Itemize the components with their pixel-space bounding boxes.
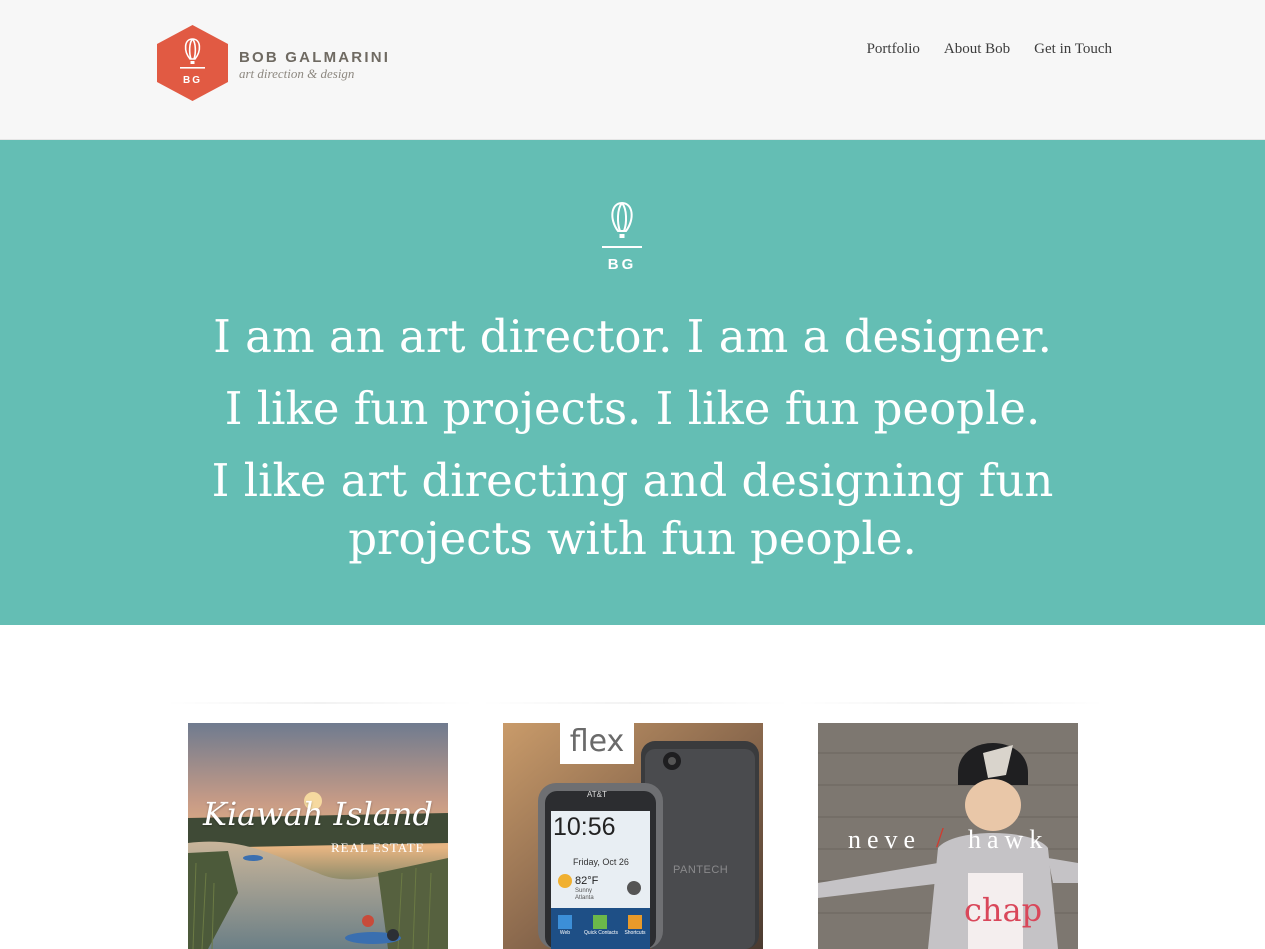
flex-weather: Sunny — [575, 888, 593, 894]
neve-word: neve — [848, 825, 922, 854]
flex-app-contacts: Quick Contacts — [584, 930, 618, 936]
neve-hawk-slash: / — [936, 823, 944, 854]
emblem-initials: BG — [608, 256, 637, 273]
portfolio-tile-kiawah[interactable]: Kiawah Island REAL ESTATE — [188, 723, 448, 949]
flex-temp: 82°F — [575, 875, 599, 887]
main-nav: Portfolio About Bob Get in Touch — [867, 41, 1112, 58]
brand-tagline: art direction & design — [239, 66, 355, 81]
flex-device-brand: PANTECH — [673, 864, 729, 876]
hero-line-1: I am an art director. I am a designer. — [213, 310, 1052, 363]
portfolio-tile-neve-hawk[interactable]: neve / hawk chap — [818, 723, 1078, 949]
portfolio-grid: Kiawah Island REAL ESTATE flex AT&T 10:5… — [0, 625, 1265, 949]
hero-banner: BG I am an art director. I am a designer… — [0, 140, 1265, 625]
flex-app-web: Web — [559, 930, 571, 936]
tile-shadow — [795, 702, 1105, 704]
hero-line-3: I like art directing and designing fun p… — [211, 454, 1054, 565]
hero-line-2: I like fun projects. I like fun people. — [224, 382, 1041, 435]
hot-air-balloon-icon: BG — [602, 201, 642, 273]
flex-carrier: AT&T — [587, 790, 607, 799]
flex-date: Friday, Oct 26 — [573, 857, 629, 867]
portfolio-tile-flex[interactable]: flex AT&T 10:56 Friday, Oct 26 82°F Sunn… — [503, 723, 763, 949]
flex-city: Atlanta — [575, 895, 594, 901]
kiawah-title: Kiawah Island — [203, 795, 433, 833]
tile-shadow — [165, 702, 475, 704]
site-header: BG BOB GALMARINI art direction & design … — [0, 0, 1265, 140]
nav-about-bob[interactable]: About Bob — [944, 41, 1010, 58]
flex-brand: flex — [569, 724, 625, 759]
hero-statement: I am an art director. I am a designer. I… — [130, 308, 1135, 582]
flex-app-shortcuts: Shortcuts — [624, 930, 646, 936]
shirt-text: chap — [964, 891, 1043, 929]
nav-get-in-touch[interactable]: Get in Touch — [1034, 41, 1112, 58]
kiawah-image — [188, 723, 448, 949]
brand-name[interactable]: BOB GALMARINI — [239, 49, 390, 66]
tile-shadow — [480, 702, 790, 704]
kiawah-subtitle: REAL ESTATE — [331, 840, 425, 855]
nav-portfolio[interactable]: Portfolio — [867, 41, 920, 58]
logo-initials: BG — [183, 75, 202, 86]
hawk-word: hawk — [968, 825, 1049, 854]
flex-time: 10:56 — [553, 813, 616, 841]
logo-hexagon-icon[interactable]: BG — [157, 25, 228, 101]
